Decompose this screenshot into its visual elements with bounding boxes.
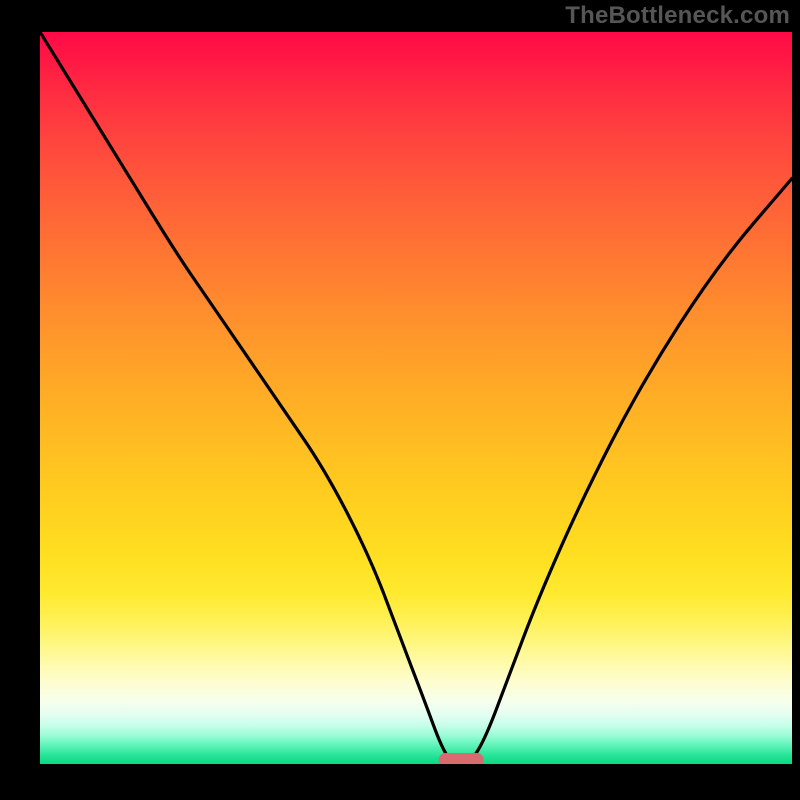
chart-frame: TheBottleneck.com — [0, 0, 800, 800]
optimum-marker — [439, 753, 484, 764]
plot-area — [40, 32, 792, 764]
watermark-text: TheBottleneck.com — [565, 2, 790, 30]
bottleneck-curve — [40, 32, 792, 764]
